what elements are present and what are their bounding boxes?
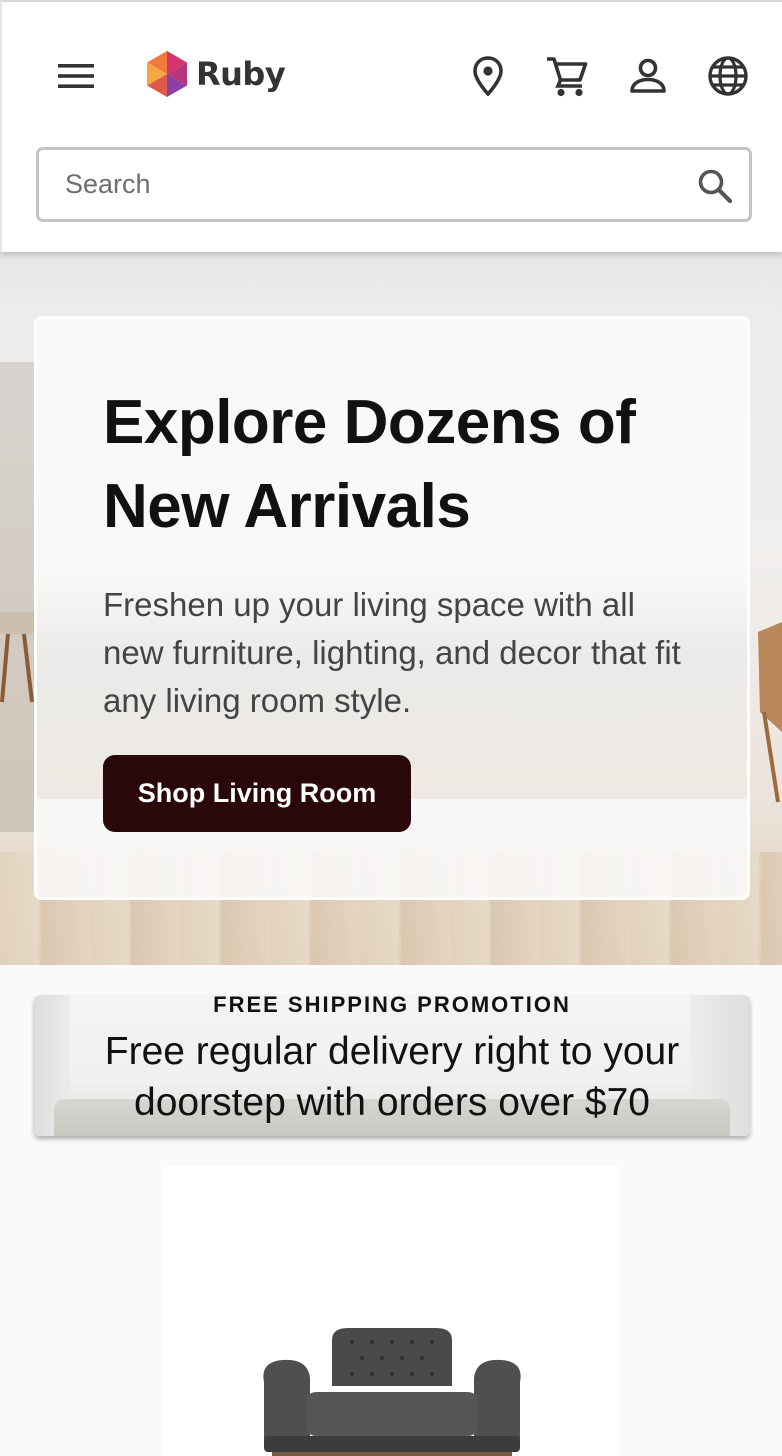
shop-living-room-button[interactable]: Shop Living Room: [103, 755, 411, 832]
hero-card: Explore Dozens of New Arrivals Freshen u…: [34, 316, 750, 900]
globe-icon: [708, 56, 748, 96]
promo-eyebrow: FREE SHIPPING PROMOTION: [213, 995, 571, 1017]
site-header: Ruby: [0, 0, 782, 252]
search-input[interactable]: [39, 150, 749, 219]
chair-right-decor: [758, 622, 782, 803]
brand-logo[interactable]: Ruby: [146, 48, 286, 100]
language-button[interactable]: [702, 50, 754, 102]
hexagon-logo-icon: [147, 51, 187, 97]
account-button[interactable]: [622, 50, 674, 102]
promo-text: Free regular delivery right to your door…: [104, 1030, 680, 1124]
person-icon: [630, 58, 666, 93]
menu-button[interactable]: [50, 52, 102, 100]
product-card[interactable]: [162, 1166, 620, 1456]
chair-left-decor: [0, 612, 36, 703]
cart-button[interactable]: [540, 50, 594, 102]
hero-subtitle: Freshen up your living space with all ne…: [103, 586, 681, 719]
location-pin-icon: [473, 56, 503, 96]
brand-name: Ruby: [196, 55, 286, 93]
hamburger-menu-icon: [58, 64, 94, 88]
hero-banner: Explore Dozens of New Arrivals Freshen u…: [0, 252, 782, 965]
hero-title: Explore Dozens of New Arrivals: [103, 388, 636, 541]
search-icon: [698, 169, 733, 204]
location-button[interactable]: [464, 50, 512, 102]
search-button[interactable]: [693, 164, 737, 208]
search-bar: [36, 147, 752, 222]
free-shipping-promo[interactable]: FREE SHIPPING PROMOTION Free regular del…: [34, 995, 750, 1136]
shopping-cart-icon: [547, 57, 588, 97]
tufted-armchair-image: [263, 1328, 521, 1456]
